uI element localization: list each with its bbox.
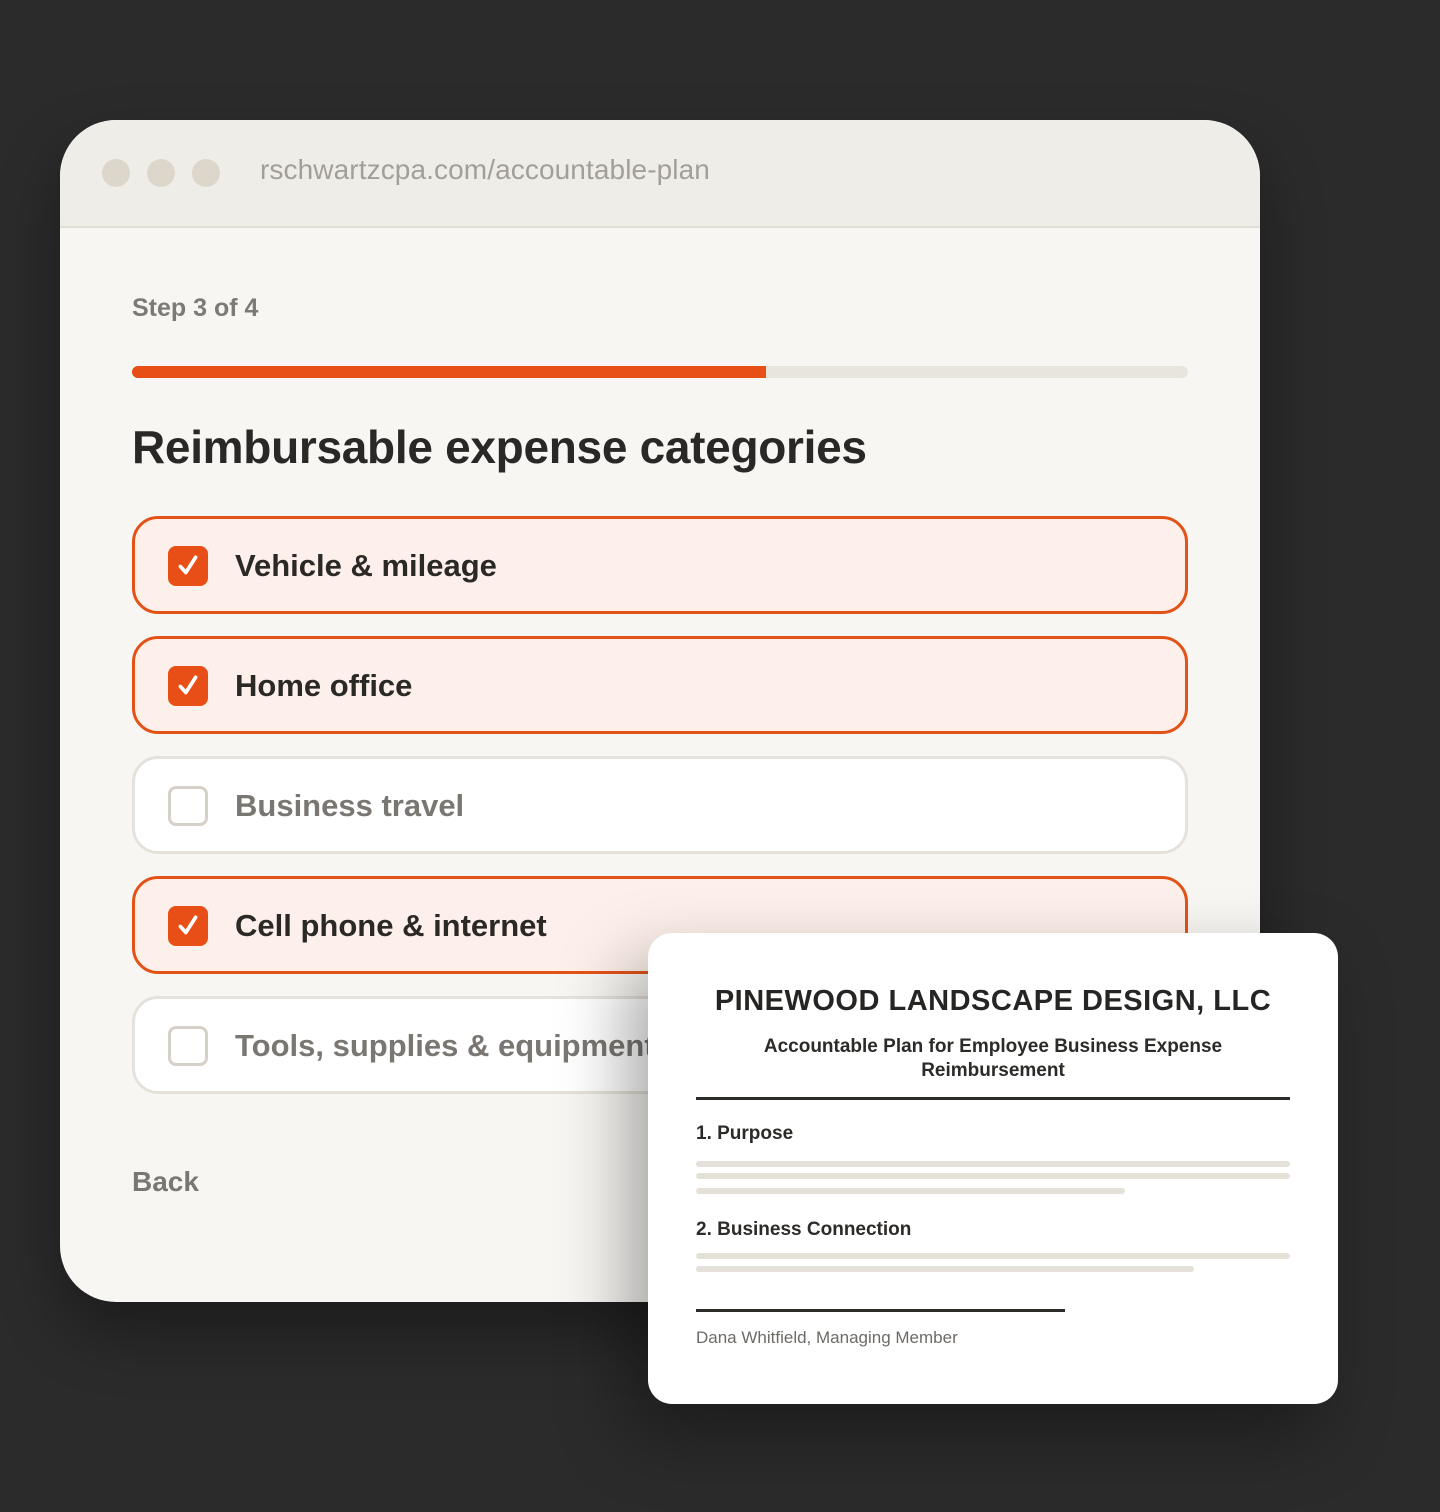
signer-name: Dana Whitfield, Managing Member — [696, 1328, 958, 1347]
option-label: Cell phone & internet — [235, 908, 547, 943]
checkbox[interactable] — [168, 1026, 208, 1066]
checkmark-icon — [178, 555, 198, 575]
option-label: Tools, supplies & equipment — [235, 1028, 655, 1063]
address-bar-url[interactable]: rschwartzcpa.com/accountable-plan — [260, 154, 710, 186]
placeholder-text-line — [696, 1266, 1194, 1272]
checkbox[interactable] — [168, 906, 208, 946]
option-business-travel[interactable]: Business travel — [132, 756, 1188, 854]
progress-bar-fill — [132, 366, 766, 378]
checkbox[interactable] — [168, 786, 208, 826]
window-maximize-dot[interactable] — [192, 159, 220, 187]
browser-toolbar: rschwartzcpa.com/accountable-plan — [60, 120, 1260, 228]
document-section-heading: 2. Business Connection — [696, 1219, 912, 1240]
document-section-heading: 1. Purpose — [696, 1123, 794, 1144]
document-company-name: PINEWOOD LANDSCAPE DESIGN, LLC — [714, 985, 1272, 1017]
placeholder-text-line — [696, 1253, 1290, 1259]
placeholder-text-line — [696, 1188, 1125, 1194]
window-minimize-dot[interactable] — [147, 159, 175, 187]
checkbox[interactable] — [168, 546, 208, 586]
signature-line — [696, 1309, 1065, 1312]
progress-bar — [132, 366, 1188, 378]
option-vehicle-mileage[interactable]: Vehicle & mileage — [132, 516, 1188, 614]
placeholder-text-line — [696, 1173, 1290, 1179]
option-label: Business travel — [235, 788, 465, 823]
step-indicator: Step 3 of 4 — [132, 294, 259, 322]
option-label: Vehicle & mileage — [235, 548, 497, 583]
checkmark-icon — [178, 675, 198, 695]
checkbox[interactable] — [168, 666, 208, 706]
placeholder-text-line — [696, 1161, 1290, 1167]
option-home-office[interactable]: Home office — [132, 636, 1188, 734]
document-subtitle: Accountable Plan for Employee Business E… — [763, 1036, 1223, 1081]
back-button[interactable]: Back — [132, 1166, 199, 1198]
option-label: Home office — [235, 668, 413, 703]
page-title: Reimbursable expense categories — [132, 421, 867, 473]
document-title-divider — [696, 1097, 1290, 1100]
checkmark-icon — [178, 915, 198, 935]
document-preview-card: PINEWOOD LANDSCAPE DESIGN, LLC Accountab… — [648, 933, 1338, 1404]
window-close-dot[interactable] — [102, 159, 130, 187]
